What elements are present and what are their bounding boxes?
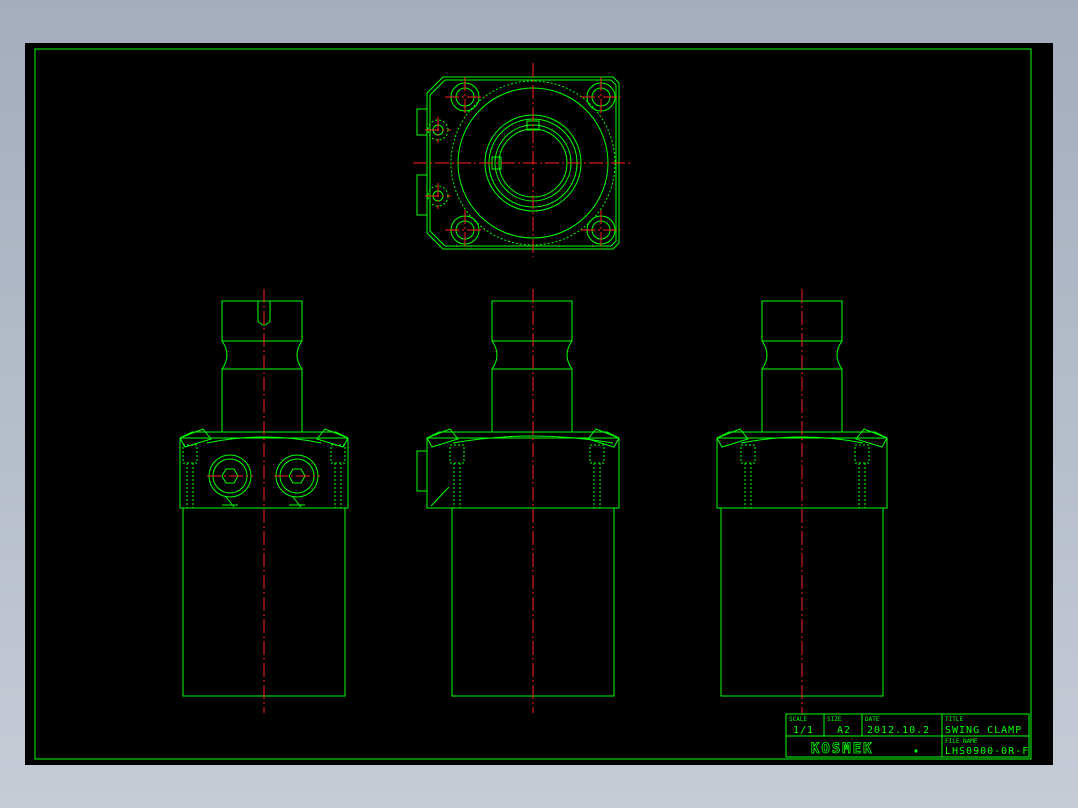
brand-dot: [914, 749, 918, 753]
size-value: A2: [837, 725, 851, 736]
rod-groove-right: [296, 340, 303, 370]
side-view-middle: [416, 289, 620, 713]
rod-head: [221, 300, 303, 342]
rod-groove-left: [221, 340, 228, 370]
top-view: [413, 63, 633, 257]
cad-drawing: SCALE 1/1 SIZE A2 DATE 2012.10.2 TITLE S…: [34, 48, 1032, 760]
o-ring-boss-lower: [416, 174, 427, 216]
port-hole-upper: [425, 117, 451, 143]
port-left: [207, 454, 253, 508]
mounting-hole-bl: [445, 210, 485, 250]
rod-head: [491, 300, 573, 342]
title-value: SWING CLAMP: [945, 725, 1022, 736]
port-boss: [416, 450, 427, 492]
title-block: SCALE 1/1 SIZE A2 DATE 2012.10.2 TITLE S…: [785, 713, 1030, 758]
port-line: [430, 486, 450, 507]
bolt-counterbore-left: [182, 444, 198, 464]
o-ring-boss-upper: [416, 108, 427, 136]
port-hole-lower: [425, 183, 451, 209]
bolt-counterbore-right: [330, 444, 346, 464]
mounting-hole-br: [581, 210, 621, 250]
brand-logo: KOSMEK: [811, 741, 874, 757]
file-name-label: FILE NAME: [945, 738, 978, 745]
title-label: TITLE: [945, 716, 963, 723]
drawing-canvas[interactable]: SCALE 1/1 SIZE A2 DATE 2012.10.2 TITLE S…: [25, 43, 1053, 765]
side-view-right: [716, 289, 888, 713]
port-right: [274, 454, 320, 508]
date-label: DATE: [865, 716, 880, 723]
date-value: 2012.10.2: [867, 725, 930, 736]
scale-label: SCALE: [789, 716, 807, 723]
size-label: SIZE: [827, 716, 842, 723]
scale-value: 1/1: [793, 725, 814, 736]
file-name-value: LHS0900-0R-F: [945, 746, 1029, 757]
flange-block: [426, 431, 620, 509]
front-view-left: [179, 289, 349, 713]
